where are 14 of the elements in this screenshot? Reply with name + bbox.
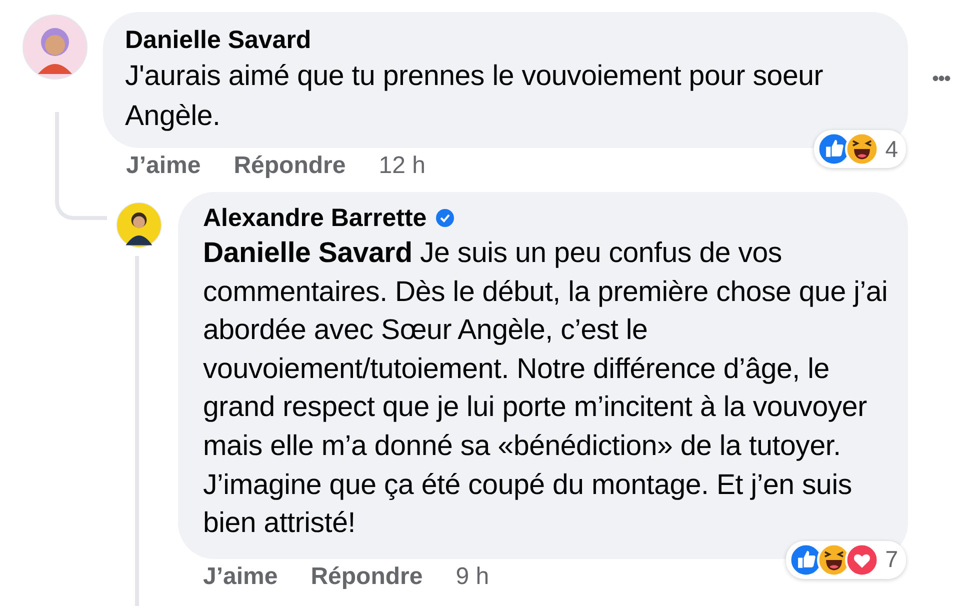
author-name[interactable]: Alexandre Barrette xyxy=(203,202,427,234)
reply-link[interactable]: Répondre xyxy=(234,152,346,180)
reaction-count[interactable]: 7 xyxy=(786,540,906,579)
reply-link[interactable]: Répondre xyxy=(310,562,423,591)
like-link[interactable]: J’aime xyxy=(126,152,201,180)
comment-time[interactable]: 9 h xyxy=(456,562,490,591)
author-name[interactable]: Danielle Savard xyxy=(125,24,886,56)
reaction-count[interactable]: 4 xyxy=(814,130,906,168)
comment-time[interactable]: 12 h xyxy=(378,152,426,180)
avatar-icon[interactable] xyxy=(116,202,162,248)
comment-text: Danielle Savard Je suis un peu confus de vos commentaires. Dès le début, la première chose que j’ai abordée avec Sœur Angèle, c’est le vouvoiement/tutoiement. Notre différence d’âge, le grand respect que je lui porte m’incitent à la vouvoyer mais elle m’a donné sa «bénédiction» de la tutoyer. J’imagine que ça été coupé du montage. Et j’en suis bien attristé! xyxy=(203,236,889,542)
like-link[interactable]: J’aime xyxy=(203,562,278,591)
laughing-face-icon xyxy=(845,132,880,166)
more-options-icon[interactable]: ••• xyxy=(932,68,950,91)
